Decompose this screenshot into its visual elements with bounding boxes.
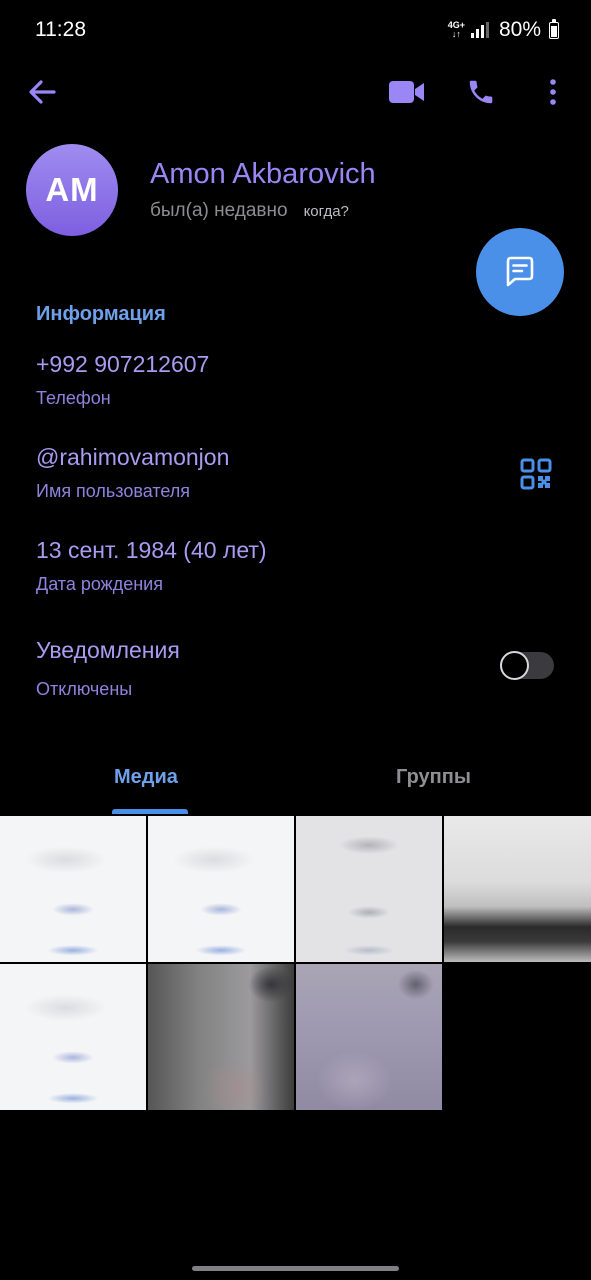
active-tab-indicator bbox=[112, 809, 188, 814]
video-camera-icon bbox=[389, 81, 424, 103]
more-vertical-icon bbox=[550, 79, 556, 105]
phone-number[interactable]: +992 907212607 bbox=[36, 351, 209, 378]
notifications-title[interactable]: Уведомления bbox=[36, 637, 180, 664]
back-button[interactable] bbox=[22, 72, 62, 112]
profile-name: Amon Akbarovich bbox=[150, 158, 376, 190]
tab-groups[interactable]: Группы bbox=[396, 766, 471, 789]
last-seen-row: был(а) недавно когда? bbox=[150, 200, 349, 222]
phone-label: Телефон bbox=[36, 388, 111, 408]
send-message-button[interactable] bbox=[476, 228, 564, 316]
arrow-left-icon bbox=[29, 80, 56, 104]
media-thumbnail[interactable] bbox=[148, 964, 294, 1110]
signal-icon bbox=[470, 22, 489, 38]
qr-code-icon bbox=[520, 458, 552, 490]
media-thumbnail[interactable] bbox=[0, 816, 146, 962]
tab-media[interactable]: Медиа bbox=[114, 766, 178, 789]
avatar-initials: AM bbox=[45, 171, 99, 208]
video-call-button[interactable] bbox=[386, 72, 428, 112]
username[interactable]: @rahimovamonjon bbox=[36, 444, 229, 471]
status-time: 11:28 bbox=[35, 18, 86, 41]
voice-call-button[interactable] bbox=[462, 72, 500, 112]
avatar[interactable]: AM bbox=[26, 144, 118, 236]
toggle-knob bbox=[500, 651, 529, 680]
media-thumbnail[interactable] bbox=[0, 964, 146, 1110]
phone-icon bbox=[469, 80, 493, 104]
notifications-status: Отключены bbox=[36, 679, 133, 699]
when-link[interactable]: когда? bbox=[304, 203, 349, 220]
home-indicator[interactable] bbox=[192, 1266, 399, 1271]
status-icons: 4G+ ↓↑ 80% bbox=[448, 18, 559, 42]
qr-code-button[interactable] bbox=[516, 454, 556, 494]
more-options-button[interactable] bbox=[538, 72, 568, 112]
status-bar: 11:28 4G+ ↓↑ 80% bbox=[0, 0, 591, 62]
media-thumbnail[interactable] bbox=[296, 816, 442, 962]
battery-icon bbox=[549, 18, 559, 39]
profile-screen: 11:28 4G+ ↓↑ 80% AM Amon Akbarovich был(… bbox=[0, 0, 591, 1280]
media-thumbnail[interactable] bbox=[148, 816, 294, 962]
chat-message-icon bbox=[506, 256, 534, 287]
last-seen-status: был(а) недавно bbox=[150, 200, 288, 221]
media-thumbnail[interactable] bbox=[444, 816, 591, 962]
birthday-label: Дата рождения bbox=[36, 574, 163, 594]
media-thumbnail[interactable] bbox=[296, 964, 442, 1110]
username-label: Имя пользователя bbox=[36, 481, 191, 501]
notifications-toggle[interactable] bbox=[500, 651, 554, 680]
network-arrows: ↓↑ bbox=[451, 29, 461, 39]
birthday: 13 сент. 1984 (40 лет) bbox=[36, 537, 267, 563]
network-type-icon: 4G+ ↓↑ bbox=[448, 21, 465, 39]
battery-percent: 80% bbox=[498, 18, 541, 41]
info-section-title: Информация bbox=[36, 303, 166, 325]
